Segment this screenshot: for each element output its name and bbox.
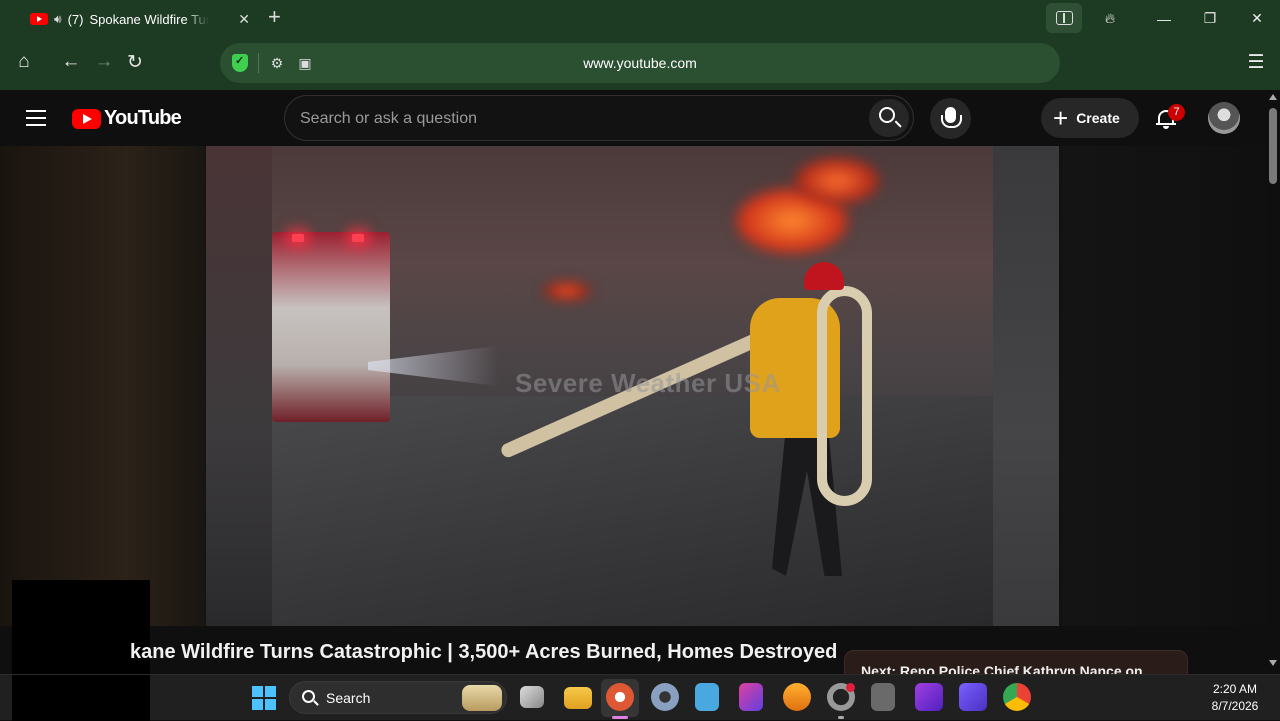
create-label: Create — [1076, 110, 1120, 126]
notepad-icon[interactable] — [695, 683, 719, 711]
youtube-logo[interactable]: YouTube — [72, 107, 182, 130]
scrollbar-thumb[interactable] — [1269, 108, 1277, 184]
clock-date: 8/7/2026 — [1211, 699, 1259, 713]
speaker-icon[interactable]: 🔊︎ — [54, 12, 62, 27]
video-watermark: Severe Weather USA — [515, 368, 781, 398]
fire-icon[interactable]: 🔥︎ — [1087, 0, 1133, 37]
clock-time: 2:20 AM — [1212, 682, 1258, 696]
back-icon[interactable]: ← — [58, 49, 84, 75]
running-indicator — [838, 716, 844, 719]
notes-app-icon[interactable] — [959, 683, 987, 711]
fire-flames — [792, 156, 882, 206]
youtube-logo-text: YouTube — [104, 107, 182, 129]
video-info: kane Wildfire Turns Catastrophic | 3,500… — [0, 626, 1266, 674]
next-up-text: Next: Reno Police Chief Kathryn Nance on — [861, 663, 1143, 674]
forward-icon[interactable]: → — [91, 49, 117, 75]
video-editor-icon[interactable] — [915, 683, 943, 711]
taskbar-search-label: Search — [326, 690, 371, 706]
search-icon — [879, 107, 895, 123]
task-view-icon[interactable] — [520, 686, 544, 708]
hose-coil — [817, 286, 872, 506]
page-scrollbar[interactable] — [1266, 90, 1280, 674]
search-icon — [302, 690, 315, 703]
youtube-play-icon — [72, 108, 101, 129]
scroll-up-arrow-icon[interactable] — [1269, 94, 1277, 100]
close-window-button[interactable]: ✕ — [1234, 0, 1280, 37]
file-explorer-icon[interactable] — [564, 687, 592, 709]
split-view-button[interactable] — [1046, 3, 1082, 33]
new-tab-button[interactable]: + — [268, 6, 281, 28]
fire-flames — [542, 281, 592, 301]
youtube-favicon-icon — [30, 13, 48, 25]
snipping-tool-icon[interactable] — [739, 683, 763, 711]
menu-icon[interactable]: ☰ — [1243, 49, 1269, 75]
create-button[interactable]: + Create — [1041, 98, 1139, 138]
restore-button[interactable]: ❐ — [1187, 0, 1233, 37]
tab-title: Spokane Wildfire Turns Catastrophic — [89, 11, 210, 27]
url-text[interactable]: www.youtube.com — [220, 55, 1060, 71]
hamburger-menu-icon[interactable] — [26, 110, 46, 126]
browser-nav-bar: ⌂ ← → ↻ ⚙︎ ▣ www.youtube.com ☰ — [0, 37, 1280, 90]
settings-gear-icon[interactable] — [651, 683, 679, 711]
next-up-card[interactable]: Next: Reno Police Chief Kathryn Nance on — [844, 650, 1188, 674]
tab-notification-count: (7) — [67, 11, 84, 27]
address-bar[interactable]: ⚙︎ ▣ www.youtube.com — [220, 43, 1060, 83]
voice-search-button[interactable] — [930, 98, 971, 139]
video-side-blur-left — [206, 146, 272, 626]
browser-tab-bar: 🔊︎ (7) Spokane Wildfire Turns Catastroph… — [0, 0, 1280, 37]
youtube-header: YouTube Search or ask a question + Creat… — [0, 90, 1266, 146]
video-player[interactable]: Severe Weather USA — [206, 146, 1059, 626]
fire-truck — [272, 232, 390, 422]
search-button[interactable] — [869, 99, 909, 137]
occluding-overlay — [12, 675, 150, 721]
video-title: kane Wildfire Turns Catastrophic | 3,500… — [130, 641, 838, 663]
emergency-light — [292, 234, 304, 242]
windows-start-icon[interactable] — [252, 686, 276, 710]
home-icon[interactable]: ⌂ — [11, 49, 37, 75]
search-highlight-image — [462, 685, 502, 711]
duckduckgo-browser-icon[interactable] — [606, 683, 634, 711]
youtube-page: YouTube Search or ask a question + Creat… — [0, 90, 1280, 674]
search-input[interactable]: Search or ask a question — [300, 110, 477, 128]
notification-dot — [846, 683, 855, 692]
video-side-blur-right — [993, 146, 1059, 626]
emergency-light — [352, 234, 364, 242]
browser-tab[interactable]: 🔊︎ (7) Spokane Wildfire Turns Catastroph… — [20, 4, 258, 34]
calculator-icon[interactable] — [871, 683, 895, 711]
search-bar[interactable]: Search or ask a question — [284, 95, 914, 141]
chrome-icon[interactable] — [1003, 683, 1031, 711]
microphone-icon — [941, 107, 962, 128]
minimize-button[interactable]: — — [1141, 0, 1187, 37]
taskbar: Search 2:20 AM 8/7/2026 — [0, 674, 1280, 721]
road — [272, 396, 993, 626]
reload-icon[interactable]: ↻ — [122, 49, 148, 75]
active-indicator — [612, 716, 628, 719]
close-tab-icon[interactable]: ✕ — [238, 11, 250, 28]
plus-icon: + — [1053, 103, 1069, 133]
notification-badge: 7 — [1168, 104, 1185, 121]
taskbar-search[interactable]: Search — [289, 681, 507, 714]
avatar[interactable] — [1208, 102, 1240, 134]
system-clock[interactable]: 2:20 AM 8/7/2026 — [1200, 681, 1270, 715]
fl-studio-icon[interactable] — [783, 683, 811, 711]
firefighter-helmet — [804, 262, 844, 290]
scroll-down-arrow-icon[interactable] — [1269, 660, 1277, 666]
